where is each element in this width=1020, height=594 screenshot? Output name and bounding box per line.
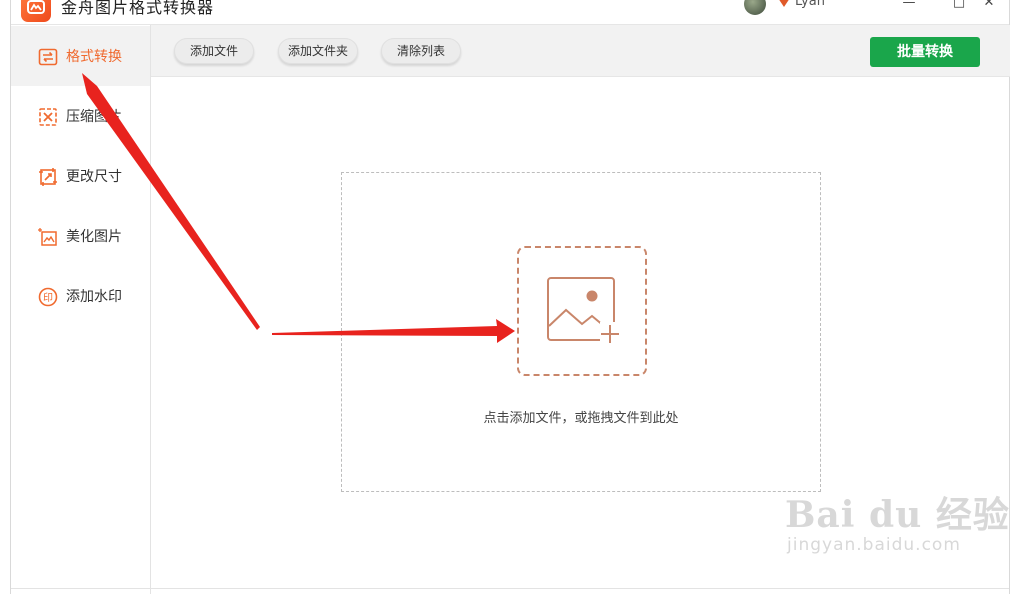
close-button[interactable]: ✕	[979, 0, 999, 12]
add-file-button[interactable]: 添加文件	[174, 38, 254, 64]
sidebar-item-label: 美化图片	[66, 229, 122, 245]
file-drop-area[interactable]: 点击添加文件，或拖拽文件到此处	[341, 172, 821, 492]
resize-icon	[39, 168, 57, 186]
add-image-button[interactable]	[517, 246, 647, 376]
user-name[interactable]: Lyan	[795, 0, 825, 9]
watermark-icon: 印	[38, 287, 58, 307]
clear-list-button[interactable]: 清除列表	[381, 38, 461, 64]
svg-text:印: 印	[43, 292, 53, 304]
add-folder-button[interactable]: 添加文件夹	[278, 38, 358, 64]
sidebar-item-format-convert[interactable]: 格式转换	[11, 26, 150, 86]
sidebar-item-label: 格式转换	[66, 49, 122, 65]
batch-convert-button[interactable]: 批量转换	[870, 37, 980, 67]
divider	[11, 588, 1009, 589]
toolbar: 添加文件 添加文件夹 清除列表 批量转换	[151, 25, 1010, 77]
drop-hint-text: 点击添加文件，或拖拽文件到此处	[483, 411, 679, 426]
beautify-icon	[38, 228, 57, 246]
minimize-button[interactable]: —	[899, 0, 919, 12]
watermark-brand: Bai du 经验	[785, 494, 1010, 536]
sidebar-item-label: 添加水印	[66, 289, 122, 305]
avatar[interactable]	[744, 0, 766, 15]
sidebar-item-label: 更改尺寸	[66, 169, 122, 185]
sidebar-item-resize[interactable]: 更改尺寸	[11, 146, 150, 206]
sidebar-item-beautify[interactable]: 美化图片	[11, 206, 150, 266]
sidebar: 格式转换 压缩图片 更改尺寸 美化图片 印 添加水印	[11, 25, 151, 594]
app-logo-icon	[21, 0, 51, 22]
maximize-button[interactable]: □	[949, 0, 969, 12]
vip-badge-icon	[779, 0, 789, 7]
baidu-jingyan-watermark: Bai du 经验 jingyan.baidu.com	[785, 495, 1010, 555]
title-bar: 金舟图片格式转换器 Lyan — □ ✕	[11, 0, 1009, 25]
watermark-url: jingyan.baidu.com	[787, 535, 961, 555]
sidebar-item-compress[interactable]: 压缩图片	[11, 86, 150, 146]
app-title: 金舟图片格式转换器	[61, 0, 215, 17]
sidebar-item-watermark[interactable]: 印 添加水印	[11, 266, 150, 326]
add-image-icon	[547, 277, 622, 344]
convert-icon	[38, 48, 58, 66]
sidebar-item-label: 压缩图片	[66, 109, 122, 125]
compress-icon	[39, 108, 57, 126]
